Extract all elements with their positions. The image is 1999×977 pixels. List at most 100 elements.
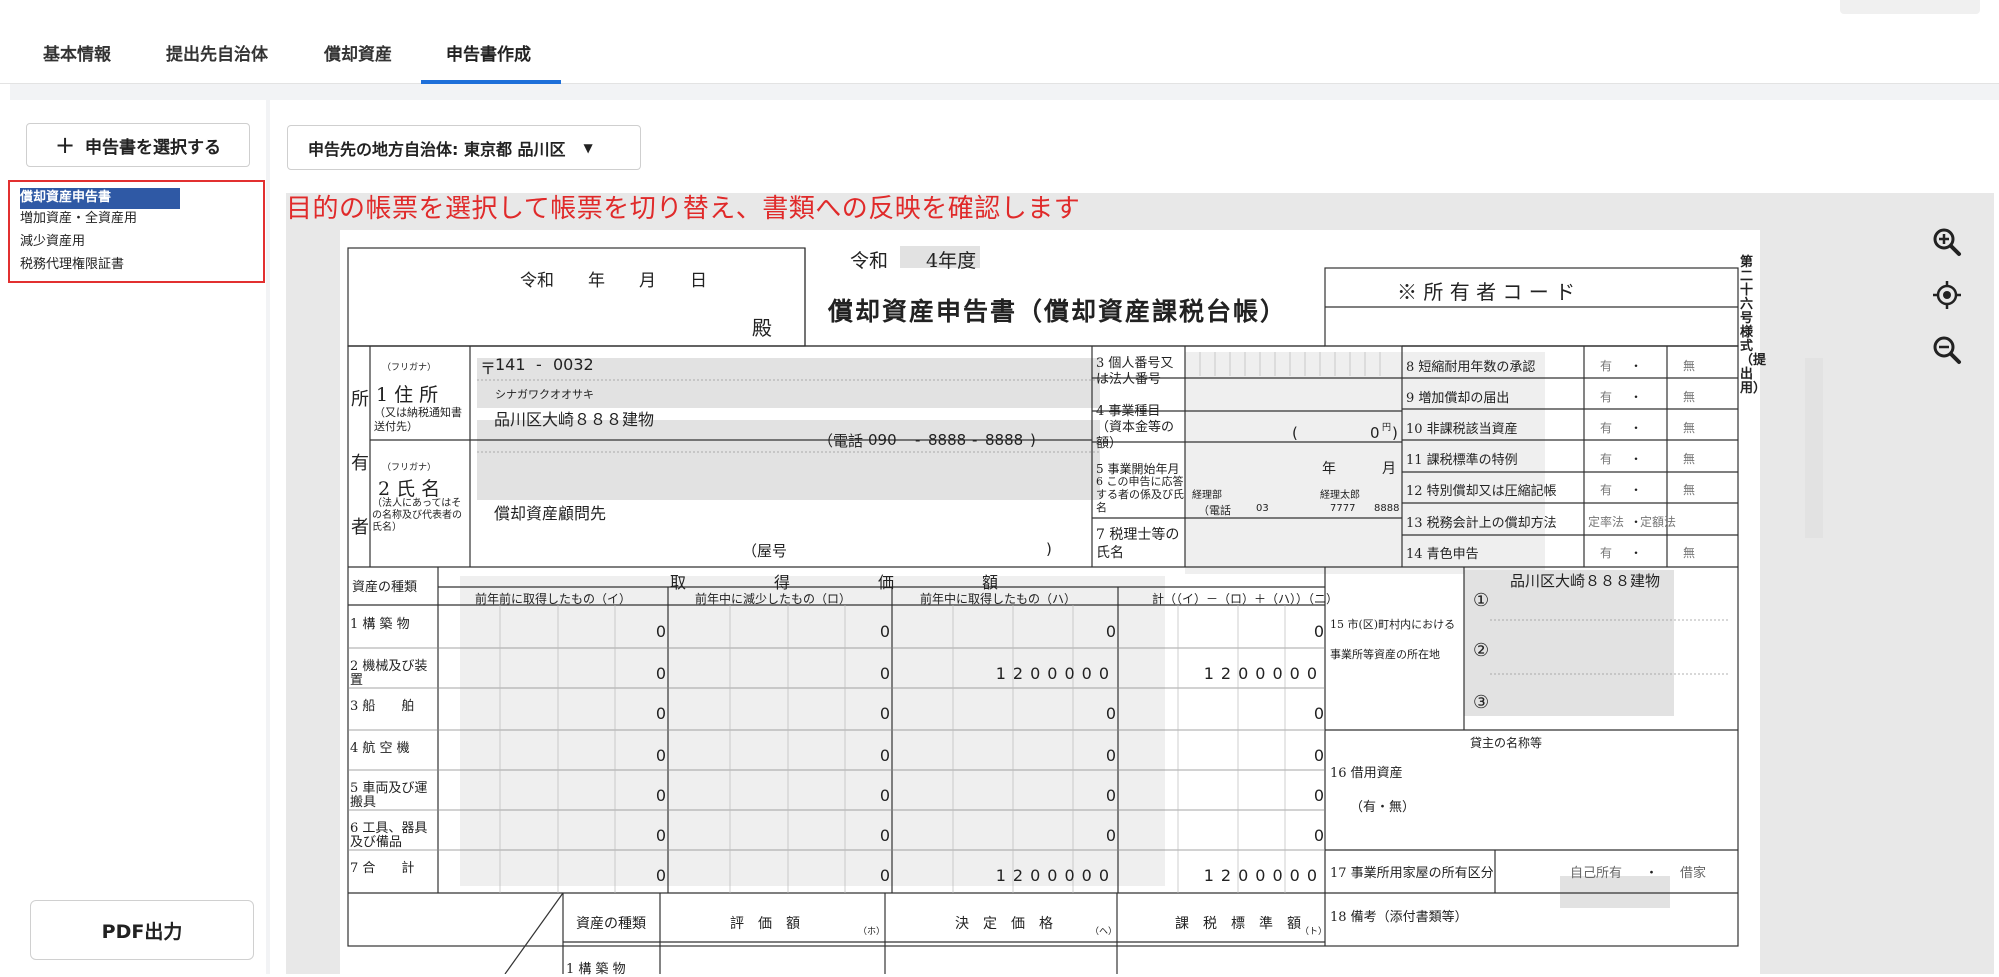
check-option-yes: 有 <box>1600 546 1613 560</box>
check-option-yes: 定率法 <box>1588 515 1625 529</box>
contact-phone-3: 8888 <box>1374 503 1400 514</box>
asset-amount-ha: 0 <box>1105 746 1116 765</box>
asset-amount-i: 0 <box>655 866 666 885</box>
address-sub: （又は納税通知書送付先） <box>374 406 462 433</box>
valuation-header: 評 価 額 <box>730 916 800 932</box>
check-item-label: 14 青色申告 <box>1406 547 1479 562</box>
contact-phone-1: 03 <box>1256 503 1269 514</box>
contact-name: 経理太郎 <box>1320 490 1360 501</box>
location-1: 品川区大崎８８８建物 <box>1510 572 1661 590</box>
check-item-label: 12 特別償却又は圧縮記帳 <box>1406 484 1557 499</box>
owner-code-label: ※ 所 有 者 コ ー ド <box>1397 280 1576 304</box>
check-option-no: 無 <box>1683 359 1696 373</box>
postal-code-1: 141 <box>495 355 526 374</box>
location-2-mark: ② <box>1473 640 1490 661</box>
asset-type-header: 資産の種類 <box>352 580 418 595</box>
item-16-label: 16 借用資産 <box>1330 766 1403 781</box>
contact-phone-2: 7777 <box>1330 503 1356 514</box>
decided-header: 決 定 価 格 <box>955 916 1053 932</box>
asset-amount-ro: 0 <box>879 746 890 765</box>
form-title: 償却資産申告書（償却資産課税台帳） <box>828 297 1288 326</box>
name-label: 2 氏 名 <box>378 478 441 500</box>
col-i-header: 前年前に取得したもの（イ） <box>475 592 632 606</box>
doc-item-decrease-assets[interactable]: 減少資産用 <box>20 232 91 253</box>
asset-amount-ro: 0 <box>879 866 890 885</box>
asset-row-label: 3 船 舶 <box>350 699 415 714</box>
crosshair-icon[interactable] <box>1925 273 1969 317</box>
lower-row-1: 1 構 築 物 <box>566 962 626 977</box>
asset-amount-ha: 1200000 <box>995 664 1116 683</box>
check-option-yes: 有 <box>1600 421 1613 435</box>
asset-amount-i: 0 <box>655 746 666 765</box>
asset-amount-ni: 0 <box>1313 786 1324 805</box>
furigana-label-1: （フリガナ） <box>382 363 437 373</box>
asset-amount-i: 0 <box>655 826 666 845</box>
phone-2: 8888 <box>928 431 967 449</box>
address-label: 1 住 所 <box>376 384 439 406</box>
contact-phone-label: （電話 <box>1198 504 1231 517</box>
col-ha-header: 前年中に取得したもの（ハ） <box>920 592 1077 606</box>
asset-amount-ha: 0 <box>1105 622 1116 641</box>
location-1-mark: ① <box>1473 590 1490 611</box>
asset-amount-ni: 0 <box>1313 704 1324 723</box>
check-option-yes: 有 <box>1600 390 1613 404</box>
check-item-label: 9 増加償却の届出 <box>1406 391 1510 406</box>
ownership-own: 自己所有 <box>1570 866 1623 881</box>
caret-down-icon: ▼ <box>583 140 593 155</box>
check-option-yes: 有 <box>1600 359 1613 373</box>
doc-item-increase-assets[interactable]: 増加資産・全資産用 <box>20 209 143 230</box>
asset-row-label: 5 車両及び運搬具 <box>350 781 428 810</box>
select-document-button[interactable]: + 申告書を選択する <box>26 123 250 167</box>
name-sub: （法人にあってはその名称及び代表者の氏名） <box>372 498 462 533</box>
postal-code-2: 0032 <box>553 355 594 374</box>
form-side-label: 第二十六号様式（提出用） <box>1740 255 1767 396</box>
check-option-no: 無 <box>1683 546 1696 560</box>
municipality-select[interactable]: 申告先の地方自治体: 東京都 品川区 ▼ <box>287 125 641 170</box>
asset-amount-i: 0 <box>655 622 666 641</box>
asset-amount-ro: 0 <box>879 786 890 805</box>
select-document-label: 申告書を選択する <box>85 137 222 158</box>
asset-amount-ha: 0 <box>1105 786 1116 805</box>
tab-municipality[interactable]: 提出先自治体 <box>166 40 268 65</box>
pdf-export-button[interactable]: PDF出力 <box>30 900 254 960</box>
asset-amount-ni: 1200000 <box>1203 866 1324 885</box>
tab-basic-info[interactable]: 基本情報 <box>43 40 111 65</box>
asset-row-label: 6 工具、器具及び備品 <box>350 821 428 850</box>
decided-mark: （ヘ） <box>1090 927 1118 937</box>
doc-item-tax-agent-proxy[interactable]: 税務代理権限証書 <box>20 255 130 276</box>
phone-3: 8888 <box>985 431 1024 449</box>
asset-amount-i: 0 <box>655 704 666 723</box>
form-addressee: 殿 <box>752 316 772 340</box>
item-6-label: 6 この申告に応答する者の係及び氏名 <box>1096 475 1184 514</box>
start-month-unit: 月 <box>1382 461 1396 477</box>
postal-mark: 〒 <box>480 359 497 378</box>
item-18-label: 18 備考（添付書類等） <box>1330 910 1468 925</box>
zoom-in-icon[interactable] <box>1925 220 1969 264</box>
item-7-label: 7 税理士等の氏名 <box>1096 527 1180 561</box>
tab-create-return[interactable]: 申告書作成 <box>446 40 531 65</box>
annotation-text: 目的の帳票を選択して帳票を切り替え、書類への反映を確認します <box>286 194 1081 224</box>
lessor-label: 貸主の名称等 <box>1470 736 1543 750</box>
check-option-no: 無 <box>1683 452 1696 466</box>
asset-amount-ro: 0 <box>879 704 890 723</box>
trade-name-label: （屋号 <box>742 542 788 560</box>
tab-depreciable-assets[interactable]: 償却資産 <box>324 40 392 65</box>
form-year: 令和 4年度 <box>850 250 977 272</box>
form-date: 令和 年 月 日 <box>520 271 707 291</box>
contact-dept: 経理部 <box>1192 490 1222 501</box>
asset-amount-ni: 0 <box>1313 746 1324 765</box>
item-15-label: 15 市(区)町村内における事業所等資産の所在地 <box>1330 618 1456 661</box>
asset-amount-ha: 1200000 <box>995 866 1116 885</box>
asset-amount-i: 0 <box>655 664 666 683</box>
tab-bar: 基本情報 提出先自治体 償却資産 申告書作成 <box>0 0 1999 84</box>
top-right-control[interactable] <box>1840 0 1980 14</box>
zoom-out-icon[interactable] <box>1925 328 1969 372</box>
check-option-no: 無 <box>1683 483 1696 497</box>
item-4-label: 4 事業種目（資本金等の額） <box>1096 404 1175 451</box>
asset-amount-ro: 0 <box>879 826 890 845</box>
doc-item-depreciable-return[interactable]: 償却資産申告書 <box>20 188 180 209</box>
asset-row-label: 4 航 空 機 <box>350 741 410 756</box>
asset-row-label: 1 構 築 物 <box>350 617 410 632</box>
asset-amount-ha: 0 <box>1105 826 1116 845</box>
item-16-options: （有・無） <box>1350 800 1416 815</box>
